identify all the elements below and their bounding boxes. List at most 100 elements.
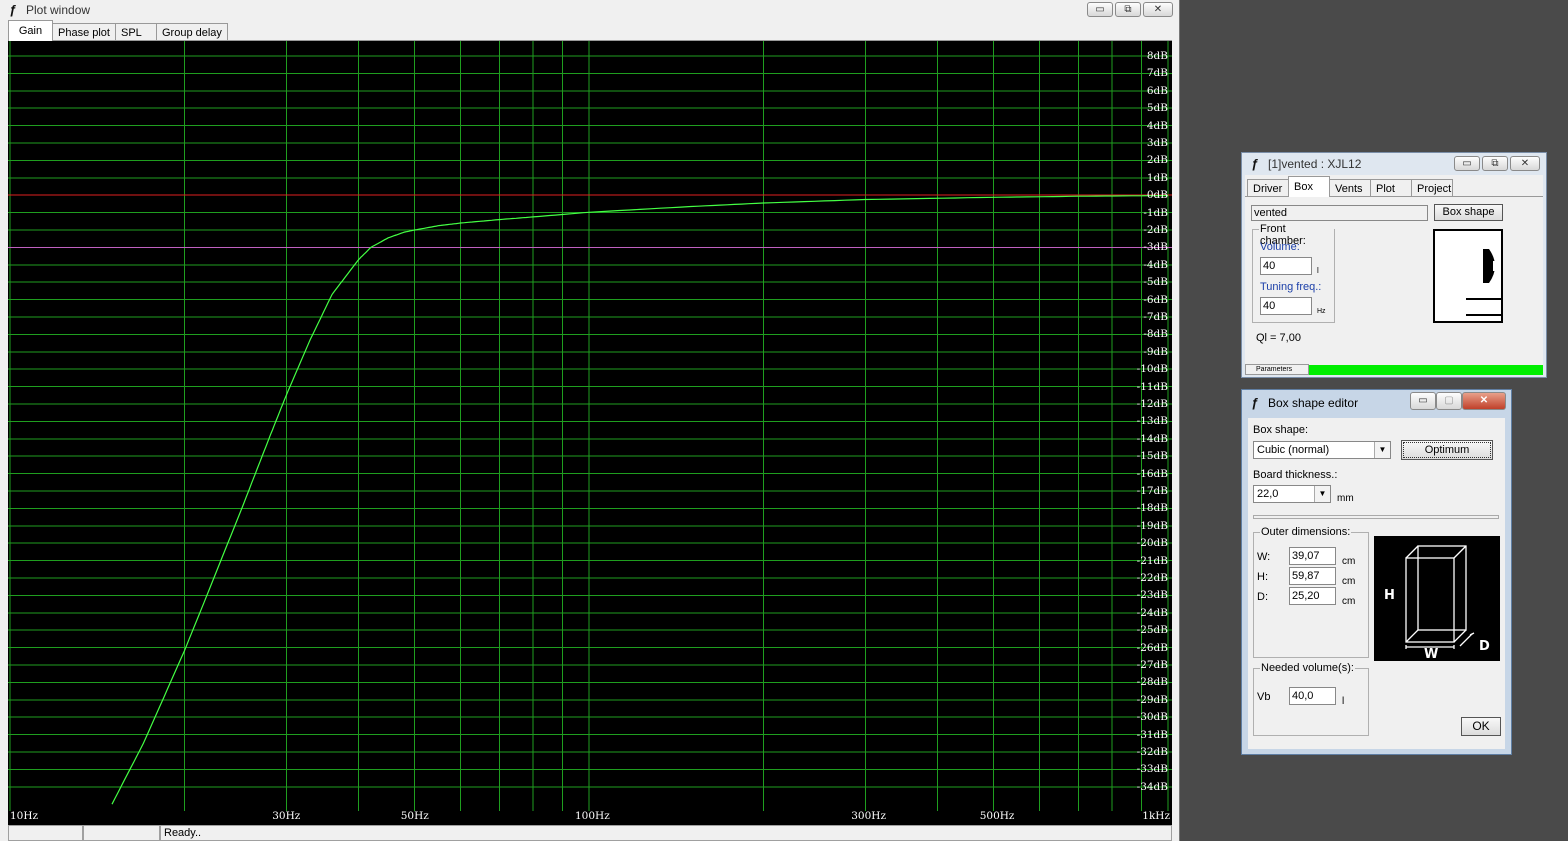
diagram-w-label: W [1424,647,1438,661]
volume-input[interactable]: 40 [1260,257,1312,275]
app-icon: ƒ [1251,395,1259,410]
x-tick-label: 50Hz [400,810,429,822]
x-tick-label: 10Hz [10,810,39,822]
y-tick-label: -3dB [1143,241,1168,254]
depth-unit: cm [1342,596,1356,607]
parameters-progress-bar [1309,365,1543,375]
minimize-button[interactable]: ▭ [1087,2,1113,17]
status-text: Ready.. [160,825,1172,841]
volume-label: Volume: [1260,241,1300,253]
tab-spl[interactable]: SPL [114,23,157,41]
x-tick-label: 500Hz [979,810,1015,822]
status-cell-1 [8,825,83,841]
depth-input[interactable]: 25,20 [1289,587,1336,605]
close-button[interactable]: ✕ [1510,156,1540,171]
tab-group-delay[interactable]: Group delay [155,23,228,41]
vb-unit: l [1342,696,1345,707]
x-tick-label: 30Hz [272,810,301,822]
width-input[interactable]: 39,07 [1289,547,1336,565]
tuning-unit: Hz [1317,308,1326,315]
tab-phase-plot[interactable]: Phase plot [52,23,116,41]
volume-unit: l [1317,266,1319,275]
box-shape-label: Box shape: [1253,424,1309,436]
y-tick-label: -26dB [1136,641,1168,654]
y-tick-label: -14dB [1136,432,1168,445]
y-tick-label: -24dB [1136,606,1168,619]
y-tick-label: -31dB [1136,728,1168,741]
y-tick-label: -30dB [1136,711,1168,724]
plot-window: ƒ Plot window ▭ ⧉ ✕ Gain Phase plot SPL … [0,0,1180,841]
tuning-input[interactable]: 40 [1260,297,1312,315]
board-unit: mm [1337,493,1354,504]
diagram-h-label: H [1384,588,1395,603]
y-tick-label: -15dB [1136,450,1168,463]
box-shape-value: Cubic (normal) [1257,444,1330,456]
box-shape-select[interactable]: Cubic (normal) ▼ [1253,441,1391,459]
driver-window-title: [1]vented : XJL12 [1268,157,1362,171]
maximize-button[interactable]: ⧉ [1115,2,1141,17]
x-tick-label: 100Hz [575,810,610,822]
box-dimensions-diagram: H W D [1374,536,1500,662]
box-editor-body: Box shape: Cubic (normal) ▼ Optimum Boar… [1248,418,1505,749]
box-shape-button[interactable]: Box shape [1434,204,1503,221]
maximize-button[interactable]: ⧉ [1482,156,1508,171]
y-tick-label: -34dB [1136,780,1168,793]
y-tick-label: -16dB [1136,467,1168,480]
maximize-button[interactable]: ▢ [1436,392,1462,410]
plot-window-title: Plot window [26,3,91,17]
parameters-tab[interactable]: Parameters [1245,364,1309,375]
plot-window-titlebar[interactable]: ƒ Plot window ▭ ⧉ ✕ [0,0,1179,20]
chevron-down-icon[interactable]: ▼ [1314,486,1330,502]
vb-input[interactable]: 40,0 [1289,687,1336,705]
y-tick-label: 0dB [1146,189,1168,202]
y-tick-label: -19dB [1136,519,1168,532]
driver-window-titlebar[interactable]: ƒ [1]vented : XJL12 ▭ ⧉ ✕ [1242,153,1546,175]
tab-driver[interactable]: Driver [1247,179,1289,197]
needed-volume-group: Needed volume(s): Vb 40,0 l [1253,662,1369,736]
y-tick-label: -6dB [1143,293,1168,306]
diagram-d-label: D [1479,639,1490,654]
y-tick-label: -27dB [1136,659,1168,671]
ok-button[interactable]: OK [1461,717,1501,736]
box-shape-editor: ƒ Box shape editor ▭ ▢ ✕ Box shape: Cubi… [1241,389,1512,755]
tab-box[interactable]: Box [1288,176,1330,197]
tab-gain[interactable]: Gain [8,20,53,41]
board-thickness-select[interactable]: 22,0 ▼ [1253,485,1331,503]
tuning-label: Tuning freq.: [1260,281,1322,293]
optimum-button[interactable]: Optimum [1401,440,1493,460]
minimize-button[interactable]: ▭ [1454,156,1480,171]
tab-vents[interactable]: Vents [1329,179,1371,197]
y-tick-label: 4dB [1146,119,1168,132]
status-cell-2 [83,825,160,841]
app-icon: ƒ [9,2,17,17]
chevron-down-icon[interactable]: ▼ [1374,442,1390,458]
minimize-button[interactable]: ▭ [1410,392,1436,410]
needed-volume-label: Needed volume(s): [1260,662,1355,674]
y-tick-label: -25dB [1136,624,1168,637]
optimum-button-label: Optimum [1403,442,1491,458]
y-tick-label: -33dB [1136,763,1168,776]
cube-diagram-icon: H W D [1384,545,1490,662]
y-tick-label: 3dB [1146,137,1168,149]
y-tick-label: -7dB [1143,311,1168,323]
close-button[interactable]: ✕ [1143,2,1173,17]
box-editor-titlebar[interactable]: ƒ Box shape editor ▭ ▢ ✕ [1242,390,1511,416]
y-tick-label: -8dB [1143,328,1168,341]
height-input[interactable]: 59,87 [1289,567,1336,585]
close-button[interactable]: ✕ [1462,392,1506,410]
y-tick-label: -10dB [1136,363,1168,376]
front-chamber-group: Front chamber: Volume: 40 l Tuning freq.… [1252,223,1335,323]
depth-label: D: [1257,591,1268,603]
tab-project[interactable]: Project [1411,179,1453,197]
board-thickness-label: Board thickness.: [1253,469,1338,481]
board-thickness-value: 22,0 [1257,488,1279,500]
gain-plot[interactable]: 8dB 7dB 6dB 5dB 4dB 3dB 2dB 1dB 0dB -1dB -2dB -3dB -… [8,41,1172,825]
y-tick-label: -4dB [1143,258,1168,271]
status-bar: Ready.. [8,825,1172,841]
tab-plot[interactable]: Plot [1370,179,1412,197]
height-label: H: [1257,571,1268,583]
box-name-field[interactable]: vented [1251,205,1428,221]
y-tick-label: -28dB [1136,676,1168,689]
y-tick-label: 6dB [1146,84,1168,97]
y-tick-label: -13dB [1136,415,1168,428]
